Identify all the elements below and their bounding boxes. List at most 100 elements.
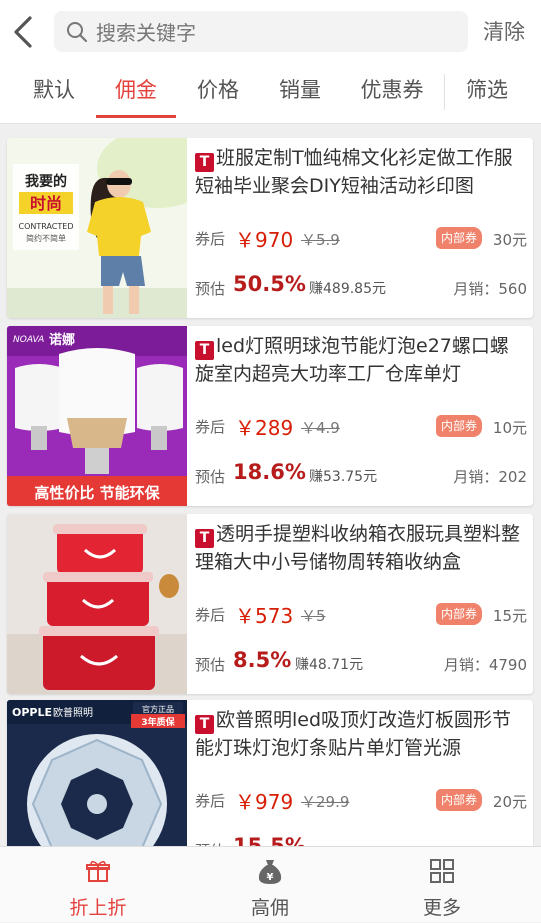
back-button[interactable] [6,12,40,52]
product-title-text: 班服定制T恤纯棉文化衫定做工作服短袖毕业聚会DIY短袖活动衫印图 [195,147,513,197]
promo-text-4: 简约不简单 [26,233,66,243]
gift-icon [83,857,113,885]
product-title[interactable]: T 班服定制T恤纯棉文化衫定做工作服短袖毕业聚会DIY短袖活动衫印图 [195,144,527,200]
product-card[interactable]: OPPLE 欧普照明 官方正品 3年质保 T 欧普照明led吸顶灯改造灯板圆形节能… [7,700,533,846]
coupon-price: ￥289 [235,416,294,440]
earn-amount: 赚53.75元 [309,469,378,485]
promo-banner: 高性价比 节能环保 [34,484,160,502]
commission-rate: 18.6% [233,460,306,484]
product-card[interactable]: NOAVA 诺娜 高性价比 节能环保 Tled灯照明球泡节能灯泡e27螺口螺旋室… [7,326,533,506]
tab-price[interactable]: 价格 [192,74,244,104]
product-list[interactable]: 我要的 时尚 CONTRACTED 简约不简单 T 班服定制T恤纯棉文化衫定做工作… [0,124,541,846]
monthly-sales: 月销：560 [453,280,527,298]
tmall-badge: T [195,715,214,734]
top-bar: 搜索关键字 清除 [0,0,541,62]
chevron-left-icon [14,16,32,48]
estimate-label: 预估 [195,468,226,486]
promo-text-3: CONTRACTED [18,222,73,231]
earn-amount: 赚489.85元 [309,281,386,297]
after-coupon-label: 券后 [195,606,226,624]
nav-more[interactable]: 更多 [382,847,502,923]
original-price: ￥4.9 [301,419,340,437]
estimate-label: 预估 [195,280,226,298]
brand-cn: 欧普照明 [53,706,93,719]
tab-default[interactable]: 默认 [28,74,80,104]
estimate-label: 预估 [195,656,226,674]
promo-text-1: 我要的 [25,173,67,190]
sort-tabs: 默认 佣金 价格 销量 优惠券 筛选 [0,62,541,124]
coupon-value: 10元 [492,419,527,437]
warranty-tag: 3年质保 [141,716,175,728]
tmall-badge: T [195,529,214,548]
clear-button[interactable]: 清除 [483,16,525,46]
coupon-badge[interactable]: 内部券 [435,603,482,625]
coupon-badge[interactable]: 内部券 [435,415,482,437]
money-bag-icon: ¥ [255,857,285,885]
monthly-sales: 月销：4790 [443,656,527,674]
coupon-value: 15元 [492,607,527,625]
coupon-value: 20元 [492,793,527,811]
earn-amount: 赚48.71元 [295,657,364,673]
tab-commission[interactable]: 佣金 [110,74,162,104]
coupon-price: ￥979 [235,790,294,814]
product-image[interactable]: 我要的 时尚 CONTRACTED 简约不简单 [7,138,187,318]
tmall-badge: T [195,341,214,360]
commission-row: 预估 8.5% 赚48.71元 月销：4790 [195,647,527,677]
tab-filter[interactable]: 筛选 [461,74,513,104]
product-card[interactable]: 我要的 时尚 CONTRACTED 简约不简单 T 班服定制T恤纯棉文化衫定做工作… [7,138,533,318]
svg-text:¥: ¥ [267,872,274,883]
tab-sales[interactable]: 销量 [274,74,326,104]
original-price: ￥5.9 [301,231,340,249]
commission-rate: 15.5% [233,834,306,846]
monthly-sales: 月销：202 [453,468,527,486]
nav-gaoyong[interactable]: ¥ 高佣 [210,847,330,923]
search-box[interactable]: 搜索关键字 [54,11,468,52]
product-title-text: led灯照明球泡节能灯泡e27螺口螺旋室内超亮大功率工厂仓库单灯 [195,335,509,385]
coupon-price: ￥573 [235,604,294,628]
coupon-badge[interactable]: 内部券 [435,227,482,249]
brand-cn: 诺娜 [49,332,75,348]
nav-label: 更多 [422,897,461,919]
price-row: 券后 ￥573 ￥5 内部券 15元 [195,600,527,628]
commission-row: 预估 15.5% [195,833,527,846]
after-coupon-label: 券后 [195,418,226,436]
search-input[interactable]: 搜索关键字 [96,17,196,46]
product-title-text: 欧普照明led吸顶灯改造灯板圆形节能灯珠灯泡灯条贴片单灯管光源 [195,709,512,759]
nav-zheshangzhe[interactable]: 折上折 [38,847,158,923]
product-image[interactable] [7,514,187,694]
product-image[interactable]: OPPLE 欧普照明 官方正品 3年质保 [7,700,187,846]
original-price: ￥5 [301,607,326,625]
official-tag: 官方正品 [142,704,174,714]
product-card[interactable]: T 透明手提塑料收纳箱衣服玩具塑料整理箱大中小号储物周转箱收纳盒 券后 ￥573 … [7,514,533,694]
search-icon [66,21,88,43]
coupon-value: 30元 [492,231,527,249]
after-coupon-label: 券后 [195,230,226,248]
price-row: 券后 ￥970 ￥5.9 内部券 30元 [195,224,527,252]
coupon-price: ￥970 [235,228,294,252]
tab-coupon[interactable]: 优惠券 [356,74,428,104]
brand-en: OPPLE [12,706,52,719]
product-title-text: 透明手提塑料收纳箱衣服玩具塑料整理箱大中小号储物周转箱收纳盒 [195,523,521,573]
after-coupon-label: 券后 [195,792,226,810]
original-price: ￥29.9 [301,793,350,811]
product-title[interactable]: T 透明手提塑料收纳箱衣服玩具塑料整理箱大中小号储物周转箱收纳盒 [195,520,527,576]
product-title[interactable]: T 欧普照明led吸顶灯改造灯板圆形节能灯珠灯泡灯条贴片单灯管光源 [195,706,527,762]
active-tab-indicator [96,115,176,118]
commission-rate: 50.5% [233,272,306,296]
nav-label: 折上折 [69,897,127,919]
tmall-badge: T [195,153,214,172]
price-row: 券后 ￥289 ￥4.9 内部券 10元 [195,412,527,440]
bottom-nav: 折上折 ¥ 高佣 更多 [0,846,541,922]
product-image[interactable]: NOAVA 诺娜 高性价比 节能环保 [7,326,187,506]
nav-label: 高佣 [250,897,289,919]
promo-text-2: 时尚 [30,194,62,213]
price-row: 券后 ￥979 ￥29.9 内部券 20元 [195,786,527,814]
product-title[interactable]: Tled灯照明球泡节能灯泡e27螺口螺旋室内超亮大功率工厂仓库单灯 [195,332,527,388]
commission-row: 预估 18.6% 赚53.75元 月销：202 [195,459,527,489]
brand-en: NOAVA [13,335,44,345]
grid-icon [427,857,457,885]
coupon-badge[interactable]: 内部券 [435,789,482,811]
commission-row: 预估 50.5% 赚489.85元 月销：560 [195,271,527,301]
commission-rate: 8.5% [233,648,292,672]
tab-divider [444,74,445,110]
